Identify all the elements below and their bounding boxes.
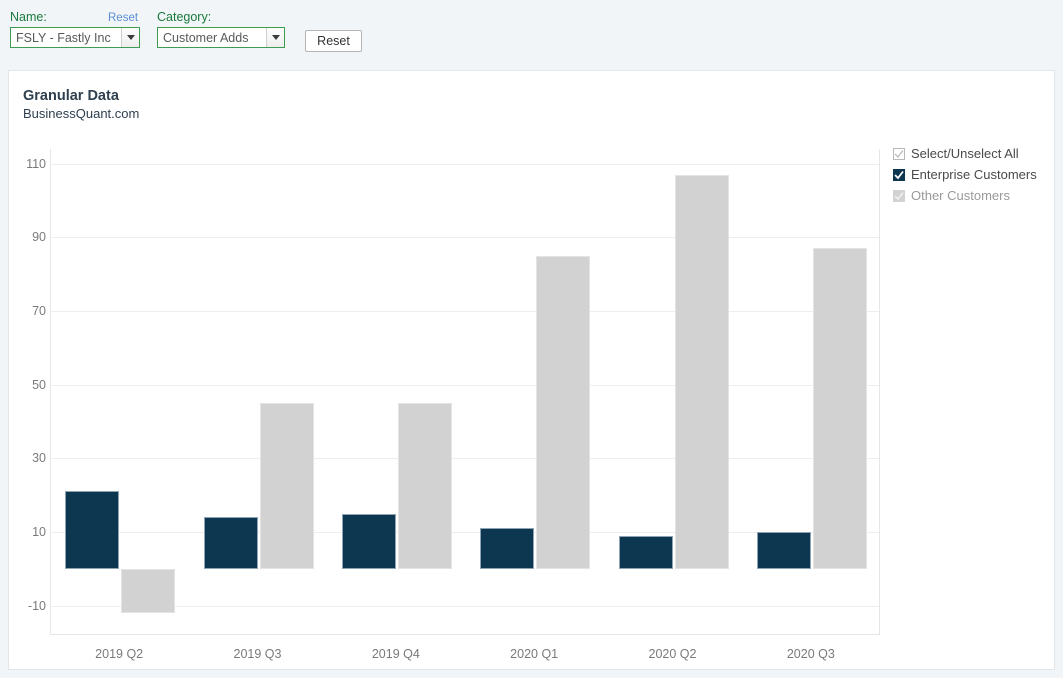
bar-enterprise-customers-2020-q1[interactable] xyxy=(480,528,535,569)
x-axis-tick-label: 2020 Q2 xyxy=(648,647,697,661)
legend-item-label: Select/Unselect All xyxy=(911,146,1019,161)
checkbox-icon[interactable] xyxy=(893,189,905,202)
y-axis-tick-label: 10 xyxy=(32,524,46,539)
checkbox-icon[interactable] xyxy=(893,147,905,160)
legend-item-select-unselect-all[interactable]: Select/Unselect All xyxy=(893,143,1051,164)
bar-other-customers-2020-q1[interactable] xyxy=(536,255,591,569)
bar-other-customers-2020-q3[interactable] xyxy=(812,248,867,569)
category-select[interactable]: Customer Adds xyxy=(157,27,285,48)
y-axis-tick-label: 90 xyxy=(32,230,46,245)
gridline xyxy=(51,237,879,239)
legend-item-other-customers[interactable]: Other Customers xyxy=(893,185,1051,206)
bar-other-customers-2019-q2[interactable] xyxy=(121,568,176,613)
bar-enterprise-customers-2020-q3[interactable] xyxy=(756,531,811,569)
x-axis: 2019 Q2 2019 Q3 2019 Q4 2020 Q1 2020 Q2 2020 … xyxy=(50,639,880,663)
category-filter-label: Category: xyxy=(157,10,212,24)
x-axis-tick-label: 2019 Q4 xyxy=(371,647,420,661)
y-axis-tick-label: 30 xyxy=(32,451,46,466)
legend-item-enterprise-customers[interactable]: Enterprise Customers xyxy=(893,164,1051,185)
plot-area xyxy=(50,149,880,635)
name-select[interactable]: FSLY - Fastly Inc xyxy=(10,27,140,48)
x-axis-tick-label: 2020 Q3 xyxy=(786,647,835,661)
gridline xyxy=(51,311,879,312)
x-axis-tick-label: 2020 Q1 xyxy=(510,647,559,661)
bar-enterprise-customers-2019-q2[interactable] xyxy=(65,491,120,569)
chevron-down-icon[interactable] xyxy=(266,28,284,47)
x-axis-tick-label: 2019 Q3 xyxy=(233,647,282,661)
name-reset-link[interactable]: Reset xyxy=(108,11,138,25)
gridline xyxy=(51,384,879,386)
gridline xyxy=(51,605,879,607)
gridline xyxy=(51,163,879,165)
legend-item-label: Enterprise Customers xyxy=(911,167,1037,182)
y-axis-tick-label: 70 xyxy=(32,304,46,318)
bar-enterprise-customers-2020-q2[interactable] xyxy=(618,535,673,569)
y-axis-tick-label: 110 xyxy=(26,156,46,171)
legend-item-label: Other Customers xyxy=(911,188,1010,203)
category-select-value: Customer Adds xyxy=(163,30,249,45)
chart-legend: Select/Unselect All Enterprise Customers O… xyxy=(893,143,1051,206)
y-axis-tick-label: 50 xyxy=(32,377,46,392)
bar-other-customers-2019-q4[interactable] xyxy=(397,403,452,569)
gridline xyxy=(51,458,879,460)
y-axis-tick-label: -10 xyxy=(27,598,46,613)
bar-enterprise-customers-2019-q3[interactable] xyxy=(203,517,258,569)
category-filter-group: Category: Customer Adds xyxy=(157,10,285,48)
x-axis-tick-label: 2019 Q2 xyxy=(95,647,144,661)
y-axis: 110 90 70 50 30 10 -10 xyxy=(9,149,46,635)
checkbox-icon[interactable] xyxy=(893,168,905,181)
chevron-down-icon[interactable] xyxy=(121,28,139,47)
filter-bar: Name: FSLY - Fastly Inc Reset Category: … xyxy=(0,0,1063,63)
bar-enterprise-customers-2019-q4[interactable] xyxy=(341,513,396,569)
chart-card: Granular Data BusinessQuant.com 110 90 70 5… xyxy=(8,70,1055,670)
reset-button[interactable]: Reset xyxy=(305,30,362,52)
name-select-value: FSLY - Fastly Inc xyxy=(16,30,111,45)
gridline xyxy=(51,531,879,533)
bar-other-customers-2019-q3[interactable] xyxy=(259,403,314,569)
bar-other-customers-2020-q2[interactable] xyxy=(674,174,729,569)
